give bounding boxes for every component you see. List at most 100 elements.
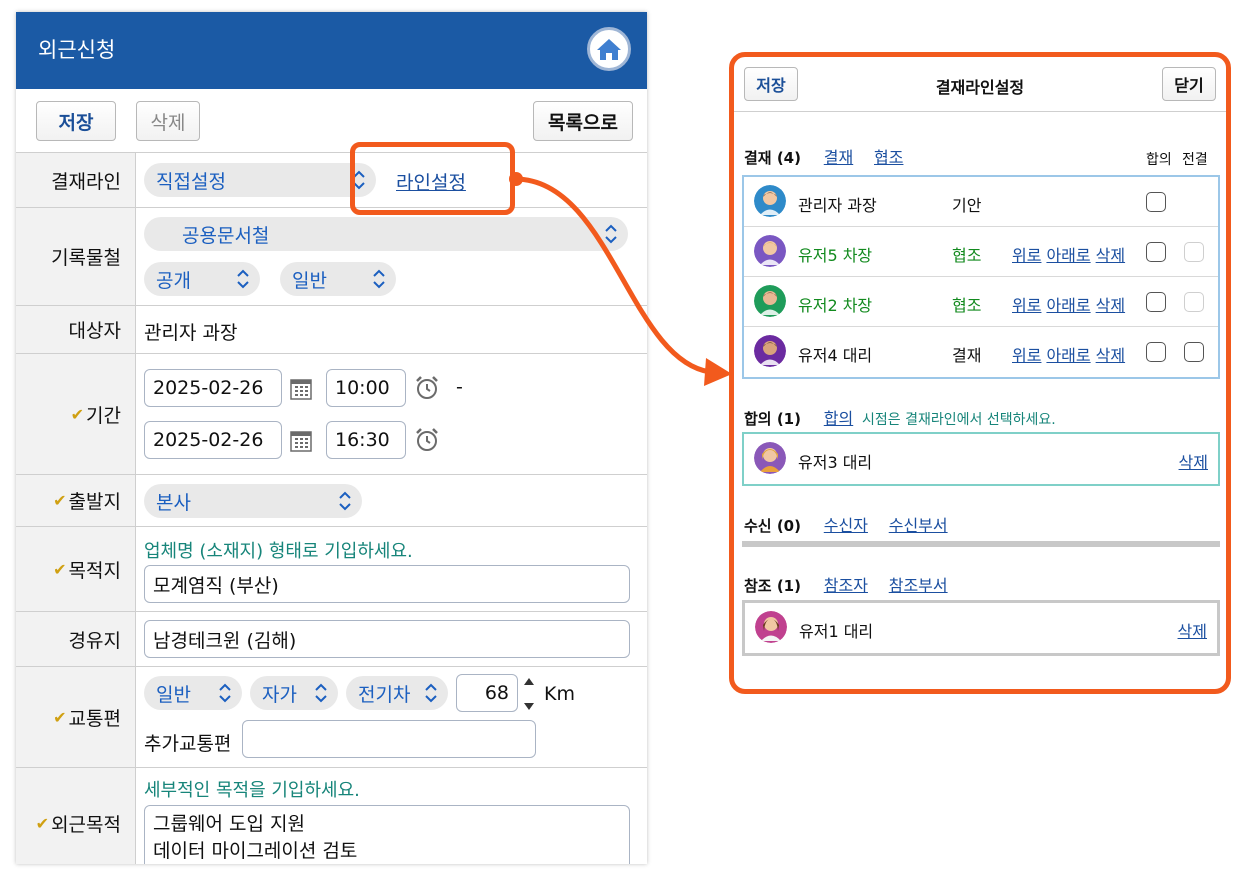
row-actions: 위로 아래로 삭제 (1012, 342, 1130, 366)
person-role: 협조 (952, 246, 982, 265)
agree-column-header: 합의 (1146, 152, 1172, 168)
purpose-hint: 세부적인 목적을 기입하세요. (144, 780, 360, 801)
transport-type-select[interactable]: 일반 (144, 676, 242, 710)
agreement-section-header: 합의 (1) 합의 시점은 결재라인에서 선택하세요. (744, 405, 1056, 429)
agree-checkbox[interactable] (1146, 242, 1166, 262)
person-role: 결재 (952, 346, 982, 365)
person-name: 유저4 대리 (798, 346, 873, 365)
move-down-link[interactable]: 아래로 (1046, 296, 1090, 315)
approval-line-select[interactable]: 직접설정 (144, 163, 376, 197)
reference-section-header: 참조 (1) 참조자 참조부서 (744, 572, 964, 596)
required-check-icon: ✔ (53, 491, 67, 510)
transport-owner-select[interactable]: 자가 (250, 676, 338, 710)
table-row: 관리자 과장 기안 (744, 177, 1218, 227)
add-cooperation-link[interactable]: 협조 (874, 148, 903, 167)
agreement-note: 시점은 결재라인에서 선택하세요. (862, 412, 1056, 428)
approval-section-header: 결재 (4) 결재 협조 (744, 144, 919, 168)
person-name: 관리자 과장 (798, 196, 877, 215)
vehicle-select[interactable]: 전기차 (346, 676, 448, 710)
end-time-input[interactable]: 16:30 (326, 421, 406, 459)
line-setting-highlight (350, 142, 515, 215)
delete-link[interactable]: 삭제 (1096, 296, 1125, 315)
records-row: 기록물철 공용문서철 공개 일반 (16, 208, 647, 306)
move-up-link[interactable]: 위로 (1012, 246, 1041, 265)
receive-heading: 수신 (0) (744, 517, 801, 535)
end-date-input[interactable]: 2025-02-26 (144, 421, 282, 459)
avatar (754, 335, 786, 367)
destination-input[interactable]: 모계염직 (부산) (144, 565, 630, 603)
save-button[interactable]: 저장 (36, 101, 116, 141)
start-date-input[interactable]: 2025-02-26 (144, 369, 282, 407)
agree-checkbox[interactable] (1146, 292, 1166, 312)
delete-link[interactable]: 삭제 (1096, 246, 1125, 265)
add-approval-link[interactable]: 결재 (824, 148, 853, 167)
alarm-clock-icon[interactable] (414, 427, 440, 453)
person-name: 유저5 차장 (798, 246, 873, 265)
add-reference-link[interactable]: 참조자 (824, 576, 868, 595)
agree-checkbox[interactable] (1146, 342, 1166, 362)
visibility-select[interactable]: 공개 (144, 262, 260, 296)
chevron-updown-icon (605, 224, 617, 244)
delete-link[interactable]: 삭제 (1178, 618, 1207, 642)
reference-heading: 참조 (1) (744, 577, 801, 595)
via-input[interactable]: 남경테크윈 (김해) (144, 620, 630, 658)
list-item: 유저1 대리 삭제 (745, 603, 1217, 653)
move-down-link[interactable]: 아래로 (1046, 246, 1090, 265)
delete-link[interactable]: 삭제 (1096, 346, 1125, 365)
stepper-arrows-icon[interactable] (522, 675, 536, 713)
alarm-clock-icon[interactable] (414, 375, 440, 401)
row-actions: 위로 아래로 삭제 (1012, 292, 1130, 316)
panel-title: 결재라인설정 (935, 78, 1025, 97)
required-check-icon: ✔ (35, 813, 50, 833)
destination-label: ✔ 목적지 (16, 527, 136, 611)
back-to-list-button[interactable]: 목록으로 (533, 101, 633, 141)
approval-line-settings-panel: 저장 결재라인설정 닫기 결재 (4) 결재 협조 합의 전결 관리자 과장 기안… (729, 52, 1231, 694)
delete-button[interactable]: 삭제 (136, 101, 200, 141)
panel-close-button[interactable]: 닫기 (1162, 67, 1216, 101)
agree-checkbox[interactable] (1146, 192, 1166, 212)
reference-list: 유저1 대리 삭제 (742, 600, 1220, 656)
panel-header: 저장 결재라인설정 닫기 (734, 57, 1226, 112)
approval-list: 관리자 과장 기안 유저5 차장 협조 위로 아래로 삭제 유저2 차장 협조 위로 아래로 삭제 유저… (742, 175, 1220, 379)
distance-input[interactable]: 68 (456, 674, 518, 712)
start-time-input[interactable]: 10:00 (326, 369, 406, 407)
move-up-link[interactable]: 위로 (1012, 346, 1041, 365)
records-label: 기록물철 (16, 208, 136, 305)
period-row: ✔ 기간 2025-02-26 10:00 - 2025-02-26 16:30 (16, 354, 647, 475)
required-check-icon: ✔ (70, 404, 85, 424)
decide-checkbox[interactable] (1184, 342, 1204, 362)
chevron-updown-icon (339, 491, 351, 511)
list-item: 유저3 대리 삭제 (744, 434, 1218, 484)
records-folder-select[interactable]: 공용문서철 (144, 217, 628, 251)
calendar-icon[interactable] (290, 430, 312, 452)
agreement-list: 유저3 대리 삭제 (742, 432, 1220, 486)
purpose-label: ✔ 외근목적 (16, 768, 136, 864)
purpose-textarea[interactable]: 그룹웨어 도입 지원 데이터 마이그레이션 검토 (144, 805, 630, 864)
move-down-link[interactable]: 아래로 (1046, 346, 1090, 365)
delete-link[interactable]: 삭제 (1179, 449, 1208, 473)
departure-row: ✔ 출발지 본사 (16, 475, 647, 527)
period-label: ✔ 기간 (16, 354, 136, 474)
move-up-link[interactable]: 위로 (1012, 296, 1041, 315)
agreement-heading: 합의 (1) (744, 410, 801, 428)
approval-heading: 결재 (4) (744, 149, 801, 167)
home-button[interactable] (587, 27, 631, 71)
via-row: 경유지 남경테크윈 (김해) (16, 612, 647, 667)
home-icon (597, 39, 621, 60)
avatar (754, 185, 786, 217)
extra-transport-label: 추가교통편 (144, 733, 232, 755)
person-name: 유저3 대리 (798, 453, 873, 472)
target-row: 대상자 관리자 과장 (16, 306, 647, 354)
chevron-updown-icon (237, 269, 249, 289)
add-agreement-link[interactable]: 합의 (824, 409, 853, 428)
avatar (755, 611, 787, 643)
calendar-icon[interactable] (290, 378, 312, 400)
extra-transport-input[interactable] (242, 720, 536, 758)
record-type-select[interactable]: 일반 (280, 262, 396, 296)
add-reference-dept-link[interactable]: 참조부서 (889, 576, 948, 595)
departure-select[interactable]: 본사 (144, 484, 362, 518)
add-receiver-link[interactable]: 수신자 (824, 516, 868, 535)
avatar (754, 235, 786, 267)
add-receiver-dept-link[interactable]: 수신부서 (889, 516, 948, 535)
person-role: 기안 (952, 196, 982, 215)
